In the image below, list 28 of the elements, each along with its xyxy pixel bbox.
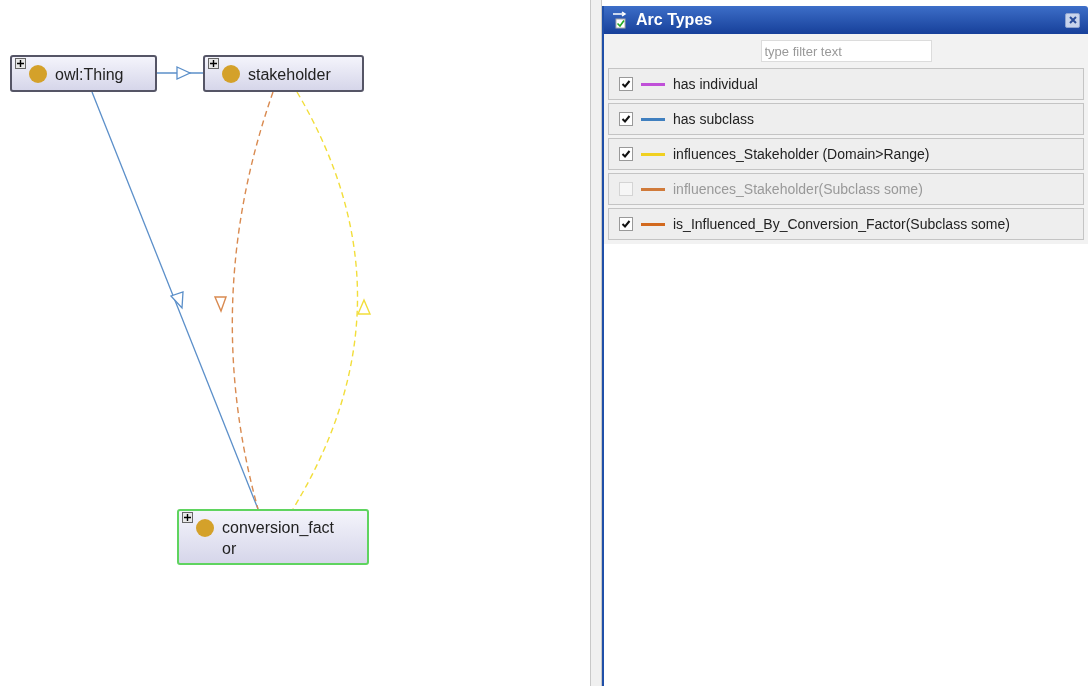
filter-field[interactable]: type filter text xyxy=(760,40,932,62)
arc-type-row[interactable]: has individual xyxy=(608,68,1084,100)
class-node[interactable]: conversion_factor xyxy=(177,509,369,565)
node-label: stakeholder xyxy=(248,65,331,85)
arc-type-row[interactable]: has subclass xyxy=(608,103,1084,135)
checkbox[interactable] xyxy=(619,217,633,231)
class-node[interactable]: owl:Thing xyxy=(10,55,157,92)
expand-icon[interactable] xyxy=(208,58,219,69)
arc-type-row[interactable]: is_Influenced_By_Conversion_Factor(Subclass some) xyxy=(608,208,1084,240)
panel-title: Arc Types xyxy=(636,10,713,30)
close-button[interactable] xyxy=(1065,12,1080,28)
subclass-edge xyxy=(156,66,204,80)
expand-icon[interactable] xyxy=(182,512,193,523)
arc-type-label: is_Influenced_By_Conversion_Factor(Subclass some) xyxy=(673,214,1010,234)
close-icon xyxy=(1068,16,1077,24)
checkbox[interactable] xyxy=(619,112,633,126)
node-label: owl:Thing xyxy=(55,65,124,85)
arc-type-label: has subclass xyxy=(673,109,754,129)
checkbox[interactable] xyxy=(619,77,633,91)
checkbox[interactable] xyxy=(619,147,633,161)
arc-type-row[interactable]: influences_Stakeholder (Domain>Range) xyxy=(608,138,1084,170)
class-node[interactable]: stakeholder xyxy=(203,55,364,92)
node-label: conversion_factor xyxy=(222,518,336,559)
expand-icon[interactable] xyxy=(15,58,26,69)
arc-type-label: influences_Stakeholder(Subclass some) xyxy=(673,179,923,199)
checkbox[interactable] xyxy=(619,182,633,196)
arc-type-label: influences_Stakeholder (Domain>Range) xyxy=(673,144,930,164)
arc-type-label: has individual xyxy=(673,74,758,94)
